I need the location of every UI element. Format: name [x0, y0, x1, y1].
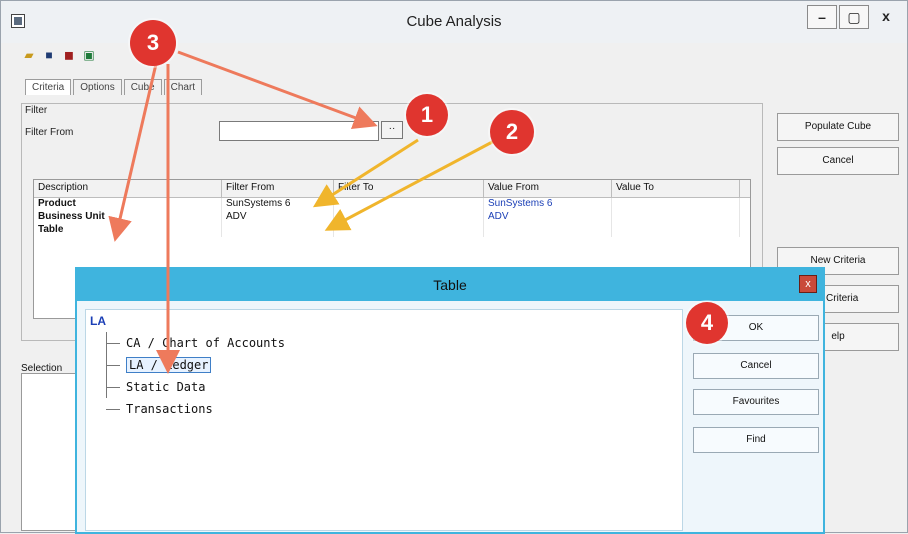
tab-chart[interactable]: Chart	[163, 79, 203, 95]
table-row[interactable]: Business Unit ADV ADV	[34, 211, 750, 224]
tree-node[interactable]: Static Data	[106, 376, 285, 398]
tree-node[interactable]: Transactions	[106, 398, 285, 420]
cell-description: Product	[34, 198, 222, 211]
close-button[interactable]: x	[871, 5, 901, 29]
favourites-button[interactable]: Favourites	[693, 389, 819, 415]
tree-node[interactable]: CA / Chart of Accounts	[106, 332, 285, 354]
cell-description: Business Unit	[34, 211, 222, 224]
filter-from-input[interactable]	[219, 121, 379, 141]
cell-value-to	[612, 211, 740, 224]
cell-description: Table	[34, 224, 222, 237]
selection-list[interactable]	[21, 373, 81, 531]
filter-from-label: Filter From	[25, 127, 74, 138]
save-icon[interactable]: ■	[41, 47, 57, 63]
populate-cube-button[interactable]: Populate Cube	[777, 113, 899, 141]
tree-panel: LA CA / Chart of Accounts LA / Ledger St…	[85, 309, 683, 531]
column-header[interactable]: Value To	[612, 180, 740, 197]
toolbar: ▰ ■ ◼ ▣	[21, 47, 97, 67]
find-button[interactable]: Find	[693, 427, 819, 453]
tab-options[interactable]: Options	[73, 79, 122, 95]
tab-criteria[interactable]: Criteria	[25, 79, 72, 95]
annotation-badge-2: 2	[490, 110, 534, 154]
cube-analysis-window: Cube Analysis – ▢ x ▰ ■ ◼ ▣ Criteria Opt…	[0, 0, 908, 534]
table-row[interactable]: Product SunSystems 6 SunSystems 6	[34, 198, 750, 211]
cancel-button[interactable]: Cancel	[777, 147, 899, 175]
binoculars-icon[interactable]: ◼	[61, 47, 77, 63]
tab-cube[interactable]: Cube	[123, 79, 162, 95]
annotation-badge-4: 4	[686, 302, 728, 344]
tree-node-label: Static Data	[126, 380, 206, 394]
cell-value-to	[612, 224, 740, 237]
filter-lookup-button[interactable]: ··	[381, 121, 403, 139]
cell-value-from	[484, 224, 612, 237]
excel-icon[interactable]: ▣	[81, 47, 97, 63]
column-header[interactable]: Filter From	[222, 180, 334, 197]
tree-node-label: LA / Ledger	[126, 357, 212, 373]
folder-open-icon[interactable]: ▰	[21, 47, 37, 63]
maximize-button[interactable]: ▢	[839, 5, 869, 29]
cell-filter-to	[334, 224, 484, 237]
annotation-badge-1: 1	[406, 94, 448, 136]
column-header[interactable]: Description	[34, 180, 222, 197]
selected-table-heading: LA	[90, 314, 106, 328]
cell-filter-from: ADV	[222, 211, 334, 224]
dialog-title: Table	[77, 269, 823, 301]
cell-filter-to	[334, 211, 484, 224]
table-row[interactable]: Table	[34, 224, 750, 237]
tree-node-label: CA / Chart of Accounts	[126, 336, 285, 350]
table-tree: CA / Chart of Accounts LA / Ledger Stati…	[106, 332, 285, 420]
tab-strip: Criteria Options Cube Chart	[25, 79, 204, 95]
dialog-cancel-button[interactable]: Cancel	[693, 353, 819, 379]
annotation-badge-3: 3	[130, 20, 176, 66]
dialog-close-icon[interactable]: x	[799, 275, 817, 293]
column-header[interactable]: Filter To	[334, 180, 484, 197]
cell-value-to	[612, 198, 740, 211]
cell-value-from: ADV	[484, 211, 612, 224]
column-header[interactable]: Value From	[484, 180, 612, 197]
cell-filter-to	[334, 198, 484, 211]
cell-value-from: SunSystems 6	[484, 198, 612, 211]
cell-filter-from: SunSystems 6	[222, 198, 334, 211]
grid-header: Description Filter From Filter To Value …	[34, 180, 750, 198]
filter-group-label: Filter	[25, 105, 48, 116]
minimize-button[interactable]: –	[807, 5, 837, 29]
tree-node-label: Transactions	[126, 402, 213, 416]
cell-filter-from	[222, 224, 334, 237]
tree-node-selected[interactable]: LA / Ledger	[106, 354, 285, 376]
